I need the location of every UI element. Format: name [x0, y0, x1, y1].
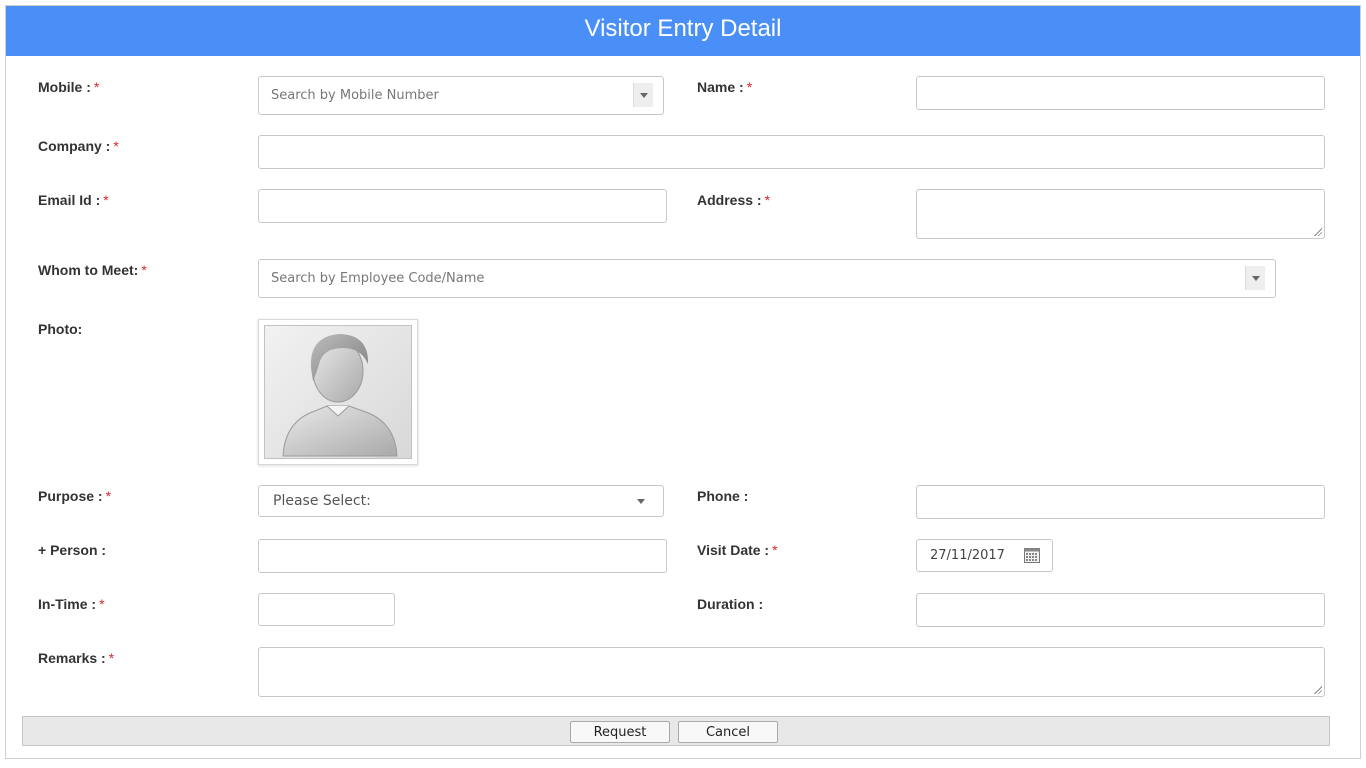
- cancel-button[interactable]: Cancel: [678, 721, 778, 743]
- required-marker: *: [108, 650, 115, 666]
- phone-label: Phone :: [697, 488, 749, 504]
- in-time-input[interactable]: [259, 594, 394, 625]
- person-field[interactable]: [258, 539, 667, 573]
- purpose-selected-value: Please Select:: [273, 493, 371, 509]
- whom-to-meet-label: Whom to Meet: *: [38, 262, 147, 278]
- page-title: Visitor Entry Detail: [6, 6, 1360, 56]
- required-marker: *: [764, 192, 771, 208]
- company-input[interactable]: [259, 136, 1324, 168]
- photo-label: Photo:: [38, 321, 83, 337]
- address-textarea[interactable]: [917, 190, 1324, 238]
- required-marker: *: [93, 79, 100, 95]
- person-input[interactable]: [259, 540, 666, 572]
- in-time-label: In-Time : *: [38, 596, 105, 612]
- duration-label: Duration :: [697, 596, 764, 612]
- avatar-placeholder-icon: [264, 325, 412, 459]
- email-label: Email Id : *: [38, 192, 109, 208]
- company-field[interactable]: [258, 135, 1325, 169]
- company-label: Company : *: [38, 138, 119, 154]
- required-marker: *: [103, 192, 109, 208]
- visit-date-value: 27/11/2017: [930, 548, 1005, 563]
- person-label: + Person :: [38, 542, 107, 558]
- mobile-search-placeholder: Search by Mobile Number: [271, 88, 439, 103]
- chevron-down-icon[interactable]: [637, 499, 645, 504]
- photo-frame[interactable]: [258, 319, 418, 465]
- name-field[interactable]: [916, 76, 1325, 110]
- calendar-icon[interactable]: [1024, 547, 1040, 568]
- request-button[interactable]: Request: [570, 721, 670, 743]
- required-marker: *: [746, 79, 753, 95]
- email-field[interactable]: [258, 189, 667, 223]
- name-input[interactable]: [917, 77, 1324, 109]
- required-marker: *: [105, 488, 112, 504]
- in-time-field[interactable]: [258, 593, 395, 626]
- chevron-down-icon[interactable]: [1245, 266, 1265, 290]
- email-input[interactable]: [259, 190, 666, 222]
- address-field[interactable]: [916, 189, 1325, 239]
- remarks-textarea[interactable]: [259, 648, 1324, 696]
- name-label: Name : *: [697, 79, 753, 95]
- visit-date-field[interactable]: 27/11/2017: [916, 539, 1053, 572]
- purpose-label: Purpose : *: [38, 488, 112, 504]
- duration-field[interactable]: [916, 593, 1325, 627]
- form-actions-bar: Request Cancel: [22, 716, 1330, 746]
- phone-field[interactable]: [916, 485, 1325, 519]
- resize-handle-icon[interactable]: [1314, 228, 1322, 236]
- chevron-down-icon[interactable]: [633, 83, 653, 107]
- mobile-search-combo[interactable]: Search by Mobile Number: [258, 76, 664, 115]
- resize-handle-icon[interactable]: [1314, 686, 1322, 694]
- required-marker: *: [141, 262, 147, 278]
- required-marker: *: [772, 542, 778, 558]
- required-marker: *: [99, 596, 105, 612]
- phone-input[interactable]: [917, 486, 1324, 518]
- mobile-label: Mobile : *: [38, 79, 100, 95]
- visitor-entry-form: Visitor Entry Detail: [5, 5, 1361, 759]
- address-label: Address : *: [697, 192, 771, 208]
- visit-date-label: Visit Date : *: [697, 542, 778, 558]
- required-marker: *: [113, 138, 119, 154]
- whom-to-meet-placeholder: Search by Employee Code/Name: [271, 271, 485, 286]
- duration-input[interactable]: [917, 594, 1324, 626]
- remarks-field[interactable]: [258, 647, 1325, 697]
- purpose-select[interactable]: Please Select:: [258, 485, 664, 517]
- whom-to-meet-combo[interactable]: Search by Employee Code/Name: [258, 259, 1276, 298]
- remarks-label: Remarks : *: [38, 650, 115, 666]
